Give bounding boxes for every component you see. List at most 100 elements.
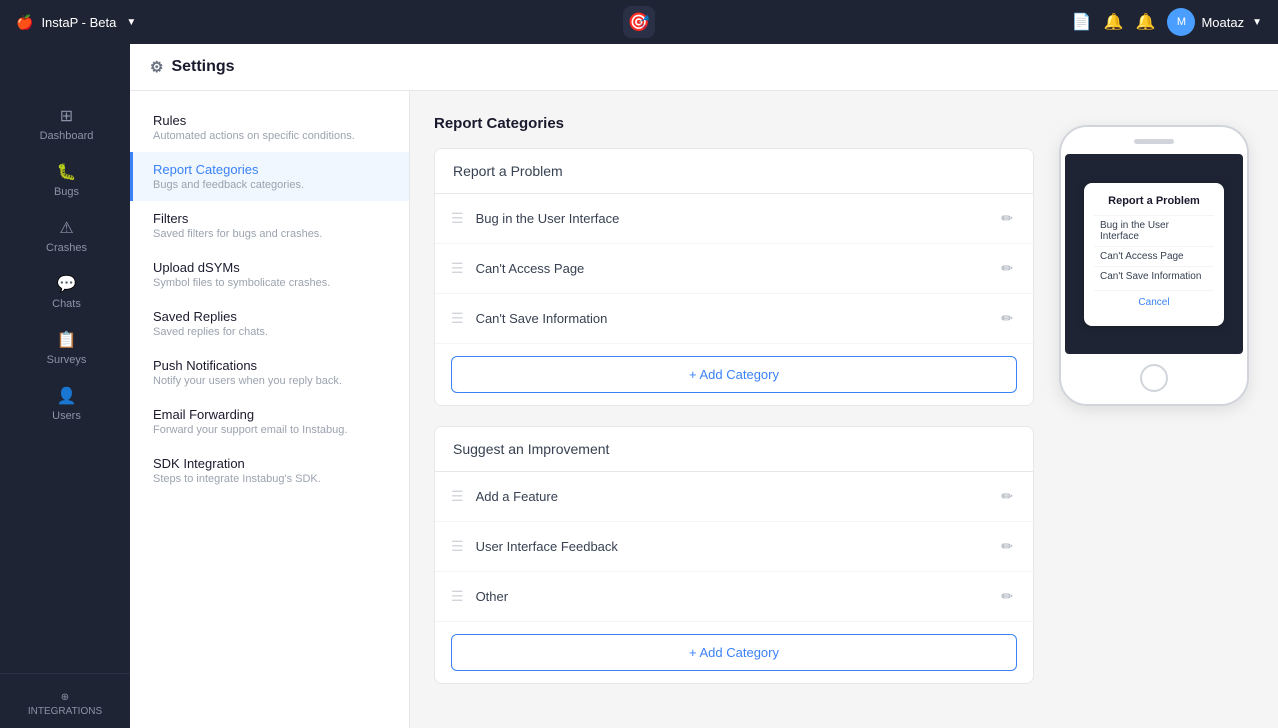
- logo-emoji: 🎯: [628, 12, 650, 33]
- sidebar-item-users[interactable]: 👤 Users: [0, 376, 130, 432]
- group-suggest-improvement-header: Suggest an Improvement: [435, 427, 1033, 472]
- nav-item-saved-replies[interactable]: Saved Replies Saved replies for chats.: [130, 299, 409, 348]
- main-area: ⚙ Settings Rules Automated actions on sp…: [130, 44, 1278, 728]
- category-name: Can't Access Page: [476, 261, 998, 276]
- sidebar-item-bugs[interactable]: 🐛 Bugs: [0, 152, 130, 208]
- app-name: InstaP - Beta: [41, 15, 116, 30]
- sidebar-item-settings[interactable]: ⚙ SETTINGS: [8, 723, 122, 728]
- phone-popup-item: Bug in the User Interface: [1094, 215, 1214, 246]
- sidebar: ⊞ Dashboard 🐛 Bugs ⚠ Crashes 💬 Chats 📋 S…: [0, 44, 130, 728]
- group-report-problem: Report a Problem ☰ Bug in the User Inter…: [434, 148, 1034, 406]
- group-report-problem-header: Report a Problem: [435, 149, 1033, 194]
- nav-item-sdk-integration[interactable]: SDK Integration Steps to integrate Insta…: [130, 446, 409, 495]
- sidebar-item-label: Bugs: [54, 186, 79, 198]
- dashboard-icon: ⊞: [60, 106, 73, 126]
- phone-popup-cancel[interactable]: Cancel: [1094, 290, 1214, 314]
- sidebar-bottom: ⊕ INTEGRATIONS ⚙ SETTINGS: [0, 673, 130, 728]
- nav-item-upload-dsyms[interactable]: Upload dSYMs Symbol files to symbolicate…: [130, 250, 409, 299]
- app-dropdown-icon[interactable]: ▼: [126, 17, 136, 28]
- sidebar-item-crashes[interactable]: ⚠ Crashes: [0, 208, 130, 264]
- nav-item-push-notifications[interactable]: Push Notifications Notify your users whe…: [130, 348, 409, 397]
- edit-button[interactable]: ✏: [997, 584, 1017, 609]
- drag-handle-icon[interactable]: ☰: [451, 260, 464, 277]
- category-item: ☰ User Interface Feedback ✏: [435, 522, 1033, 572]
- nav-item-report-categories-desc: Bugs and feedback categories.: [153, 179, 389, 191]
- category-name: Bug in the User Interface: [476, 211, 998, 226]
- nav-item-sdk-integration-title: SDK Integration: [153, 456, 389, 471]
- settings-title: Settings: [171, 58, 234, 76]
- category-name: Can't Save Information: [476, 311, 998, 326]
- nav-item-email-forwarding[interactable]: Email Forwarding Forward your support em…: [130, 397, 409, 446]
- category-name: Other: [476, 589, 998, 604]
- phone-popup-title: Report a Problem: [1094, 195, 1214, 207]
- edit-button[interactable]: ✏: [997, 256, 1017, 281]
- nav-item-rules-title: Rules: [153, 113, 389, 128]
- sidebar-item-surveys[interactable]: 📋 Surveys: [0, 320, 130, 376]
- topbar-center: 🎯: [623, 6, 655, 38]
- phone-preview: Report a Problem Bug in the User Interfa…: [1054, 115, 1254, 704]
- nav-item-filters[interactable]: Filters Saved filters for bugs and crash…: [130, 201, 409, 250]
- nav-item-email-forwarding-title: Email Forwarding: [153, 407, 389, 422]
- nav-item-rules-desc: Automated actions on specific conditions…: [153, 130, 389, 142]
- sidebar-item-label: Dashboard: [40, 130, 94, 142]
- category-item: ☰ Can't Access Page ✏: [435, 244, 1033, 294]
- sidebar-item-dashboard[interactable]: ⊞ Dashboard: [0, 96, 130, 152]
- settings-header: ⚙ Settings: [130, 44, 1278, 91]
- nav-item-report-categories-title: Report Categories: [153, 162, 389, 177]
- document-icon[interactable]: 📄: [1072, 12, 1092, 32]
- alert-icon[interactable]: 🔔: [1136, 12, 1156, 32]
- sidebar-item-chats[interactable]: 💬 Chats: [0, 264, 130, 320]
- phone-home-button: [1140, 364, 1168, 392]
- drag-handle-icon[interactable]: ☰: [451, 210, 464, 227]
- nav-item-report-categories[interactable]: Report Categories Bugs and feedback cate…: [130, 152, 409, 201]
- nav-item-filters-title: Filters: [153, 211, 389, 226]
- topbar: 🍎 InstaP - Beta ▼ 🎯 📄 🔔 🔔 M Moataz ▼: [0, 0, 1278, 44]
- category-name: Add a Feature: [476, 489, 998, 504]
- edit-button[interactable]: ✏: [997, 484, 1017, 509]
- user-menu[interactable]: M Moataz ▼: [1167, 8, 1262, 36]
- topbar-logo: 🎯: [623, 6, 655, 38]
- users-icon: 👤: [57, 386, 77, 406]
- nav-item-upload-dsyms-title: Upload dSYMs: [153, 260, 389, 275]
- topbar-right: 📄 🔔 🔔 M Moataz ▼: [1072, 8, 1262, 36]
- sidebar-nav: ⊞ Dashboard 🐛 Bugs ⚠ Crashes 💬 Chats 📋 S…: [0, 88, 130, 673]
- integrations-icon: ⊕: [61, 692, 69, 703]
- nav-item-saved-replies-title: Saved Replies: [153, 309, 389, 324]
- drag-handle-icon[interactable]: ☰: [451, 488, 464, 505]
- integrations-label: INTEGRATIONS: [28, 706, 102, 717]
- nav-item-upload-dsyms-desc: Symbol files to symbolicate crashes.: [153, 277, 389, 289]
- phone-popup-item: Can't Save Information: [1094, 266, 1214, 286]
- chats-icon: 💬: [57, 274, 77, 294]
- sidebar-item-integrations[interactable]: ⊕ INTEGRATIONS: [8, 686, 122, 723]
- add-category-button-2[interactable]: + Add Category: [451, 634, 1017, 671]
- notification-bell-icon[interactable]: 🔔: [1104, 12, 1124, 32]
- drag-handle-icon[interactable]: ☰: [451, 310, 464, 327]
- edit-button[interactable]: ✏: [997, 306, 1017, 331]
- sidebar-item-label: Surveys: [47, 354, 87, 366]
- category-item: ☰ Bug in the User Interface ✏: [435, 194, 1033, 244]
- add-category-button-1[interactable]: + Add Category: [451, 356, 1017, 393]
- sidebar-item-label: Chats: [52, 298, 81, 310]
- settings-body: Rules Automated actions on specific cond…: [130, 91, 1278, 728]
- crashes-icon: ⚠: [59, 218, 73, 238]
- topbar-left: 🍎 InstaP - Beta ▼: [16, 14, 136, 31]
- nav-item-rules[interactable]: Rules Automated actions on specific cond…: [130, 103, 409, 152]
- category-item: ☰ Can't Save Information ✏: [435, 294, 1033, 344]
- phone-popup-item: Can't Access Page: [1094, 246, 1214, 266]
- apple-icon: 🍎: [16, 14, 33, 31]
- nav-item-email-forwarding-desc: Forward your support email to Instabug.: [153, 424, 389, 436]
- category-name: User Interface Feedback: [476, 539, 998, 554]
- phone-screen: Report a Problem Bug in the User Interfa…: [1065, 154, 1243, 354]
- sidebar-item-label: Users: [52, 410, 81, 422]
- edit-button[interactable]: ✏: [997, 534, 1017, 559]
- user-dropdown-icon: ▼: [1252, 17, 1262, 28]
- nav-item-filters-desc: Saved filters for bugs and crashes.: [153, 228, 389, 240]
- surveys-icon: 📋: [57, 330, 77, 350]
- nav-item-push-notifications-desc: Notify your users when you reply back.: [153, 375, 389, 387]
- edit-button[interactable]: ✏: [997, 206, 1017, 231]
- drag-handle-icon[interactable]: ☰: [451, 538, 464, 555]
- user-name: Moataz: [1201, 15, 1244, 30]
- bugs-icon: 🐛: [57, 162, 77, 182]
- header-gear-icon: ⚙: [150, 58, 163, 76]
- drag-handle-icon[interactable]: ☰: [451, 588, 464, 605]
